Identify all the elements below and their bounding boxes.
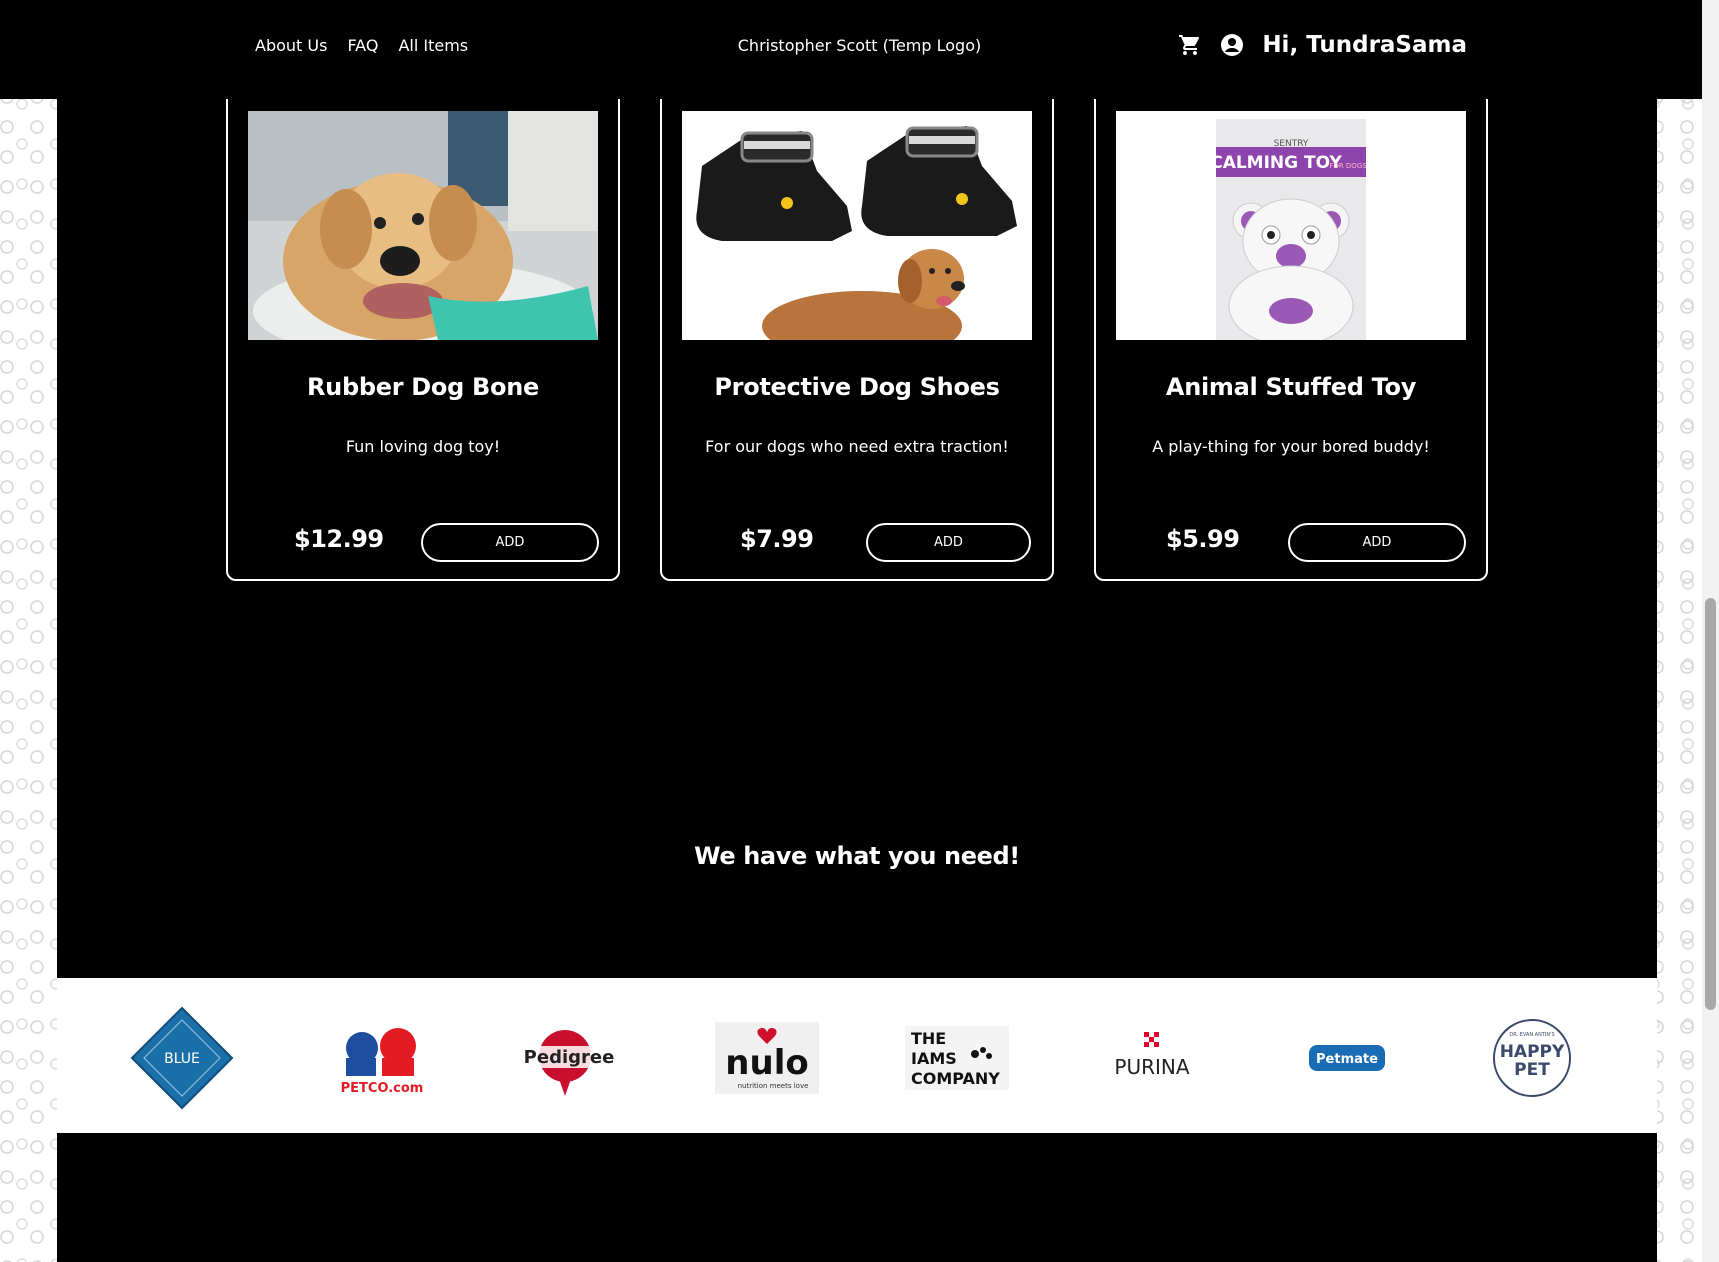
dog-shoes-illustration <box>682 111 1032 340</box>
happy-pet-happy-text: HAPPY <box>1500 1042 1565 1062</box>
iams-name-text: IAMS <box>911 1049 957 1068</box>
blue-buffalo-logo[interactable]: BLUE <box>127 1006 237 1110</box>
add-to-cart-button[interactable]: ADD <box>866 523 1031 562</box>
add-to-cart-button[interactable]: ADD <box>421 523 599 562</box>
product-description: Fun loving dog toy! <box>345 437 501 456</box>
pedigree-text: Pedigree <box>524 1047 615 1068</box>
iams-logo[interactable]: THE IAMS COMPANY <box>902 1018 1012 1098</box>
page-scrollbar[interactable] <box>1702 0 1719 1262</box>
product-card: SENTRY CALMING TOY FOR DOGS Animal Stuff… <box>1094 79 1488 581</box>
product-card: Protective Dog Shoes For our dogs who ne… <box>660 79 1054 581</box>
petco-text: PETCO.com <box>341 1081 424 1096</box>
product-description: A play-thing for your bored buddy! <box>1152 437 1430 456</box>
site-logo-text[interactable]: Christopher Scott (Temp Logo) <box>738 36 982 55</box>
iams-company-text: COMPANY <box>911 1069 1000 1088</box>
user-greeting[interactable]: Hi, TundraSama <box>1262 32 1467 58</box>
puppy-illustration <box>248 111 598 340</box>
toy-label-text: CALMING TOY <box>1210 153 1342 173</box>
product-grid: Rubber Dog Bone Fun loving dog toy! $12.… <box>226 79 1488 581</box>
product-title: Rubber Dog Bone <box>307 373 539 401</box>
top-navbar: About Us FAQ All Items Christopher Scott… <box>0 0 1719 99</box>
account-icon[interactable] <box>1220 33 1244 57</box>
scrollbar-thumb[interactable] <box>1705 598 1716 1010</box>
nulo-logo[interactable]: nulo nutrition meets love <box>712 1018 822 1098</box>
nav-user-area: Hi, TundraSama <box>1178 32 1467 58</box>
add-to-cart-button[interactable]: ADD <box>1288 523 1466 562</box>
purina-logo[interactable]: PURINA <box>1097 1018 1207 1098</box>
product-card: Rubber Dog Bone Fun loving dog toy! $12.… <box>226 79 620 581</box>
toy-sub-text: FOR DOGS <box>1329 162 1367 170</box>
nav-link-about-us[interactable]: About Us <box>255 36 327 55</box>
pedigree-logo[interactable]: Pedigree <box>517 1018 627 1098</box>
happy-pet-pet-text: PET <box>1514 1060 1550 1080</box>
iams-the-text: THE <box>911 1029 946 1048</box>
nav-link-all-items[interactable]: All Items <box>398 36 468 55</box>
product-price: $7.99 <box>740 525 814 553</box>
nulo-text: nulo <box>725 1043 808 1083</box>
toy-brand-text: SENTRY <box>1274 139 1309 149</box>
product-image-dog-shoes[interactable] <box>682 111 1032 340</box>
product-price: $5.99 <box>1166 525 1240 553</box>
petco-logo[interactable]: PETCO.com <box>327 1018 437 1098</box>
nav-links: About Us FAQ All Items <box>255 36 468 55</box>
partner-brands-strip: BLUE PETCO.com Pedigree nulo nutrition m… <box>57 978 1657 1133</box>
stuffed-toy-illustration: SENTRY CALMING TOY FOR DOGS <box>1116 111 1466 340</box>
product-price: $12.99 <box>294 525 384 553</box>
product-title: Protective Dog Shoes <box>714 373 1000 401</box>
product-image-puppy[interactable] <box>248 111 598 340</box>
product-image-stuffed-toy[interactable]: SENTRY CALMING TOY FOR DOGS <box>1116 111 1466 340</box>
purina-text: PURINA <box>1114 1055 1189 1079</box>
happy-pet-logo[interactable]: DR. EVAN ANTIN'S HAPPY PET <box>1477 1018 1587 1098</box>
tagline: We have what you need! <box>694 842 1020 870</box>
petmate-logo[interactable]: Petmate <box>1292 1018 1402 1098</box>
happy-pet-top-text: DR. EVAN ANTIN'S <box>1509 1032 1554 1038</box>
product-title: Animal Stuffed Toy <box>1165 373 1417 401</box>
product-description: For our dogs who need extra traction! <box>705 437 1009 456</box>
nulo-sub-text: nutrition meets love <box>738 1082 809 1090</box>
cart-icon[interactable] <box>1178 33 1202 57</box>
petmate-text: Petmate <box>1316 1052 1378 1067</box>
nav-link-faq[interactable]: FAQ <box>347 36 378 55</box>
blue-buffalo-text: BLUE <box>164 1051 200 1067</box>
